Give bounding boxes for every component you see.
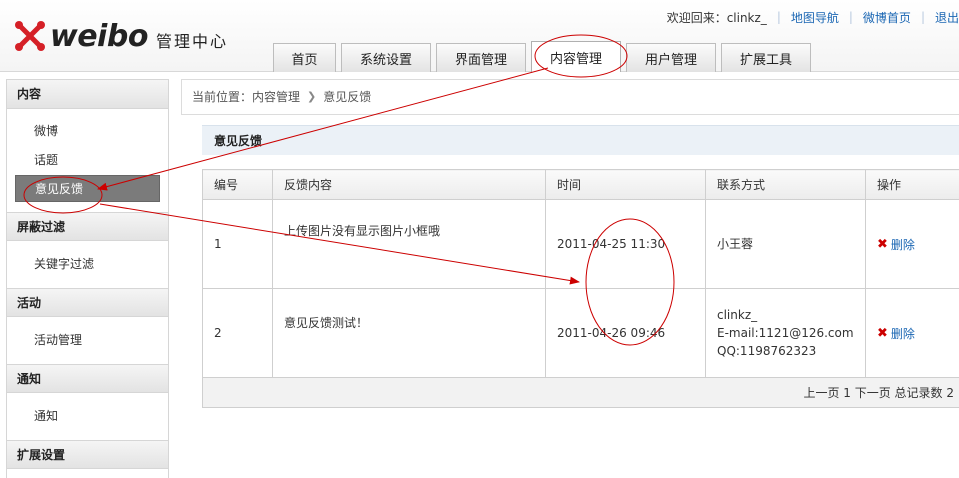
tab-interface-management[interactable]: 界面管理 [436,43,526,72]
top-links: 欢迎回来：clinkz_ | 地图导航 | 微博首页 | 退出 [667,9,959,25]
delete-icon: ✖ [877,325,888,341]
breadcrumb-prefix: 当前位置： [192,90,253,104]
table-header-row: 编号 反馈内容 时间 联系方式 操作 [202,169,959,200]
sidebar-list: 通知 [7,393,168,440]
cell-action: ✖ 删除 [865,288,959,378]
delete-icon: ✖ [877,236,888,252]
column-header-content: 反馈内容 [272,169,546,200]
breadcrumb: 当前位置： 内容管理 ❯ 意见反馈 [181,79,959,115]
sidebar-list: 关键字过滤 [7,241,168,288]
sidebar-item-weibo[interactable]: 微博 [7,117,168,146]
logo-text: weibo [50,18,148,54]
sidebar-item-keyword-filter[interactable]: 关键字过滤 [7,250,168,279]
cell-contact: 小王蓉 [705,199,866,289]
breadcrumb-current: 意见反馈 [323,90,372,104]
tab-home[interactable]: 首页 [273,43,336,72]
contact-line: clinkz_ [717,308,758,322]
sidebar-section-filter[interactable]: 屏蔽过滤 [7,212,168,241]
cell-time: 2011-04-26 09:46 [545,288,706,378]
sidebar-section-notice[interactable]: 通知 [7,364,168,393]
panel-title: 意见反馈 [202,125,959,155]
chevron-right-icon: ❯ [307,90,317,103]
contact-line: E-mail:1121@126.com [717,326,854,340]
welcome-text: 欢迎回来：clinkz_ [666,10,767,25]
map-nav-link[interactable]: 地图导航 [791,9,839,26]
logo[interactable]: weibo 管理中心 [14,18,228,54]
table-row: 1 上传图片没有显示图片小框哦 2011-04-25 11:30 小王蓉 ✖ 删… [202,199,959,289]
separator: | [776,10,781,24]
feedback-table: 编号 反馈内容 时间 联系方式 操作 1 上传图片没有显示图片小框哦 2011-… [202,169,959,408]
tab-extension-tools[interactable]: 扩展工具 [721,43,811,72]
pager-row: 上一页 1 下一页 总记录数 2 [202,377,959,408]
separator: | [848,10,853,24]
sidebar-item-feedback[interactable]: 意见反馈 [15,175,160,202]
separator: | [920,10,925,24]
cell-time: 2011-04-25 11:30 [545,199,706,289]
table-row: 2 意见反馈测试！ 2011-04-26 09:46 clinkz_ E-mai… [202,288,959,378]
sidebar-item-activity-management[interactable]: 活动管理 [7,326,168,355]
pager[interactable]: 上一页 1 下一页 总记录数 2 [202,377,959,408]
tab-content-management[interactable]: 内容管理 [531,41,621,72]
main-tabs: 首页 系统设置 界面管理 内容管理 用户管理 扩展工具 [273,41,816,72]
delete-label: 删除 [890,237,915,252]
delete-button[interactable]: ✖ 删除 [877,236,915,254]
sidebar-section-activity[interactable]: 活动 [7,288,168,317]
weibo-home-link[interactable]: 微博首页 [863,9,911,26]
contact-line: QQ:1198762323 [717,344,817,358]
delete-label: 删除 [890,326,915,341]
cell-action: ✖ 删除 [865,199,959,289]
sidebar-section-extension-settings[interactable]: 扩展设置 [7,440,168,469]
cell-id: 2 [202,288,273,378]
tab-user-management[interactable]: 用户管理 [626,43,716,72]
cell-id: 1 [202,199,273,289]
sidebar-list: 微博 话题 意见反馈 [7,109,168,212]
logo-subtitle: 管理中心 [155,32,228,51]
column-header-action: 操作 [865,169,959,200]
sidebar-item-topics[interactable]: 话题 [7,146,168,175]
delete-button[interactable]: ✖ 删除 [877,325,915,343]
cell-content: 上传图片没有显示图片小框哦 [272,199,546,289]
breadcrumb-parent[interactable]: 内容管理 [252,79,300,115]
sidebar-list: 活动管理 [7,317,168,364]
sidebar-item-notice[interactable]: 通知 [7,402,168,431]
weibo-logo-icon [15,21,45,51]
sidebar: 内容 微博 话题 意见反馈 屏蔽过滤 关键字过滤 活动 活动管理 通知 通知 扩… [6,79,169,478]
logout-link[interactable]: 退出 [935,9,959,26]
cell-content: 意见反馈测试！ [272,288,546,378]
tab-system-settings[interactable]: 系统设置 [341,43,431,72]
column-header-id: 编号 [202,169,273,200]
main-content: 当前位置： 内容管理 ❯ 意见反馈 意见反馈 编号 反馈内容 时间 联系方式 操… [181,79,959,478]
contact-line: 小王蓉 [717,237,754,251]
sidebar-section-content[interactable]: 内容 [7,80,168,109]
column-header-time: 时间 [545,169,706,200]
header: weibo 管理中心 欢迎回来：clinkz_ | 地图导航 | 微博首页 | … [0,0,959,72]
column-header-contact: 联系方式 [705,169,866,200]
cell-contact: clinkz_ E-mail:1121@126.com QQ:119876232… [705,288,866,378]
